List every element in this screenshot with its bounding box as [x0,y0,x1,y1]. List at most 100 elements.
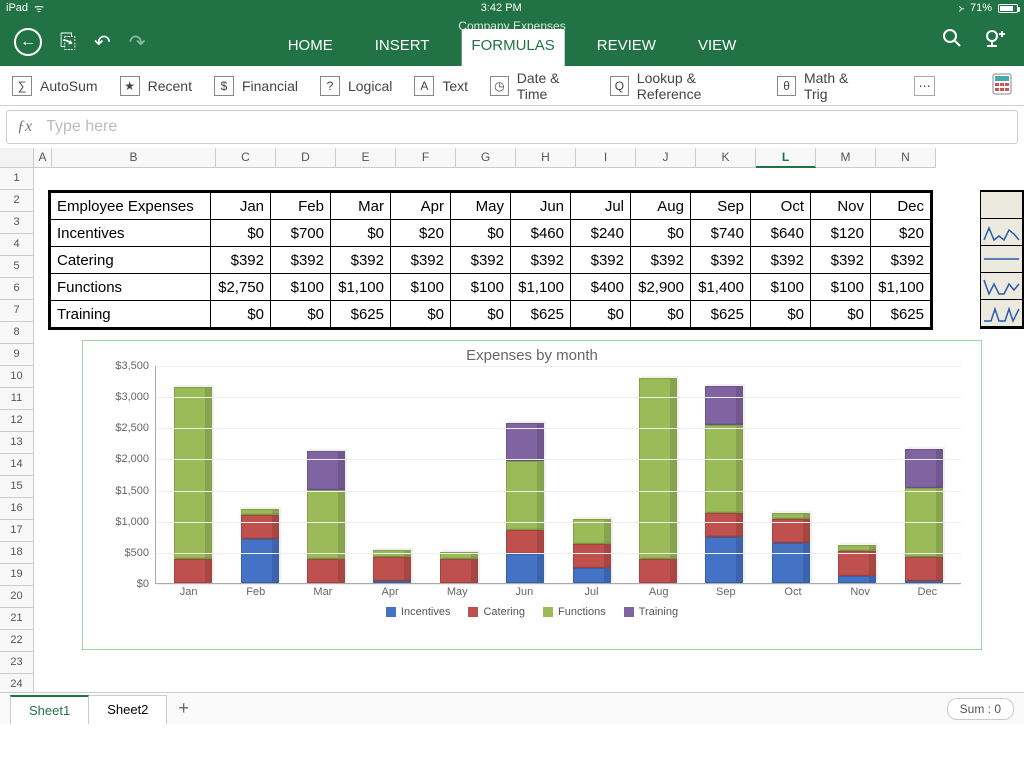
row-header-7[interactable]: 7 [0,300,34,322]
col-header-G[interactable]: G [456,148,516,168]
ribbon-financial[interactable]: $Financial [214,76,298,96]
table-cell[interactable]: $100 [451,274,511,301]
undo-button[interactable]: ↶ [94,30,111,55]
row-header-4[interactable]: 4 [0,234,34,256]
table-cell[interactable]: $0 [631,220,691,247]
table-row-catering[interactable]: Catering [51,247,211,274]
table-col-mar[interactable]: Mar [331,193,391,220]
ribbon-overflow-button[interactable]: ⋯ [914,76,935,96]
col-header-F[interactable]: F [396,148,456,168]
table-cell[interactable]: $392 [391,247,451,274]
row-header-22[interactable]: 22 [0,630,34,652]
col-header-E[interactable]: E [336,148,396,168]
bar-feb[interactable] [237,509,283,583]
row-header-2[interactable]: 2 [0,190,34,212]
col-header-C[interactable]: C [216,148,276,168]
table-cell[interactable]: $392 [571,247,631,274]
row-header-19[interactable]: 19 [0,564,34,586]
col-header-D[interactable]: D [276,148,336,168]
table-cell[interactable]: $625 [331,301,391,328]
legend-catering[interactable]: Catering [468,606,525,618]
table-cell[interactable]: $400 [571,274,631,301]
table-cell[interactable]: $2,750 [211,274,271,301]
table-col-jan[interactable]: Jan [211,193,271,220]
legend-functions[interactable]: Functions [543,606,606,618]
table-col-jun[interactable]: Jun [511,193,571,220]
table-cell[interactable]: $460 [511,220,571,247]
row-header-14[interactable]: 14 [0,454,34,476]
table-corner[interactable]: Employee Expenses [51,193,211,220]
table-col-may[interactable]: May [451,193,511,220]
table-cell[interactable]: $392 [811,247,871,274]
row-header-11[interactable]: 11 [0,388,34,410]
table-cell[interactable]: $625 [691,301,751,328]
table-col-apr[interactable]: Apr [391,193,451,220]
col-header-J[interactable]: J [636,148,696,168]
sparkline-incentives[interactable] [981,219,1022,246]
table-cell[interactable]: $120 [811,220,871,247]
expenses-chart[interactable]: Expenses by month $0$500$1,000$1,500$2,0… [82,340,982,650]
table-cell[interactable]: $1,400 [691,274,751,301]
row-header-20[interactable]: 20 [0,586,34,608]
table-cell[interactable]: $700 [271,220,331,247]
calculator-icon[interactable] [992,73,1012,98]
row-header-21[interactable]: 21 [0,608,34,630]
table-cell[interactable]: $240 [571,220,631,247]
row-header-16[interactable]: 16 [0,498,34,520]
table-cell[interactable]: $0 [451,301,511,328]
sparkline-catering[interactable] [981,246,1022,273]
col-header-K[interactable]: K [696,148,756,168]
row-header-17[interactable]: 17 [0,520,34,542]
row-header-6[interactable]: 6 [0,278,34,300]
sparkline-functions[interactable] [981,273,1022,300]
ribbon-lookup-reference[interactable]: QLookup & Reference [610,70,755,102]
add-sheet-button[interactable]: + [166,694,201,723]
table-cell[interactable]: $100 [391,274,451,301]
ribbon-logical[interactable]: ?Logical [320,76,392,96]
table-cell[interactable]: $0 [391,301,451,328]
table-cell[interactable]: $392 [871,247,931,274]
table-cell[interactable]: $0 [631,301,691,328]
table-cell[interactable]: $392 [331,247,391,274]
col-header-I[interactable]: I [576,148,636,168]
ribbon-math-trig[interactable]: θMath & Trig [777,70,870,102]
formula-bar[interactable]: ƒx [6,110,1018,144]
table-col-dec[interactable]: Dec [871,193,931,220]
row-header-1[interactable]: 1 [0,168,34,190]
table-cell[interactable]: $0 [811,301,871,328]
row-header-13[interactable]: 13 [0,432,34,454]
sparkline-training[interactable] [981,300,1022,327]
row-header-5[interactable]: 5 [0,256,34,278]
table-cell[interactable]: $0 [571,301,631,328]
sheet-tab-sheet2[interactable]: Sheet2 [88,695,167,724]
spreadsheet-area[interactable]: ABCDEFGHIJKLMN 1234567891011121314151617… [0,148,1024,724]
row-header-12[interactable]: 12 [0,410,34,432]
table-col-oct[interactable]: Oct [751,193,811,220]
table-cell[interactable]: $392 [751,247,811,274]
expenses-table[interactable]: Employee ExpensesJanFebMarAprMayJunJulAu… [48,190,933,330]
legend-incentives[interactable]: Incentives [386,606,451,618]
table-cell[interactable]: $640 [751,220,811,247]
table-cell[interactable]: $740 [691,220,751,247]
row-header-10[interactable]: 10 [0,366,34,388]
table-cell[interactable]: $1,100 [331,274,391,301]
row-header-23[interactable]: 23 [0,652,34,674]
ribbon-autosum[interactable]: ∑AutoSum [12,76,98,96]
bar-apr[interactable] [369,550,415,583]
table-cell[interactable]: $0 [451,220,511,247]
table-col-aug[interactable]: Aug [631,193,691,220]
table-cell[interactable]: $0 [211,220,271,247]
ribbon-text[interactable]: AText [414,76,468,96]
formula-input[interactable] [46,118,1007,136]
table-cell[interactable]: $625 [511,301,571,328]
row-header-3[interactable]: 3 [0,212,34,234]
table-col-feb[interactable]: Feb [271,193,331,220]
tab-view[interactable]: VIEW [688,29,746,66]
table-cell[interactable]: $0 [211,301,271,328]
ribbon-date-time[interactable]: ◷Date & Time [490,70,588,102]
table-cell[interactable]: $392 [211,247,271,274]
col-header-H[interactable]: H [516,148,576,168]
row-header-8[interactable]: 8 [0,322,34,344]
table-cell[interactable]: $0 [751,301,811,328]
table-cell[interactable]: $20 [871,220,931,247]
